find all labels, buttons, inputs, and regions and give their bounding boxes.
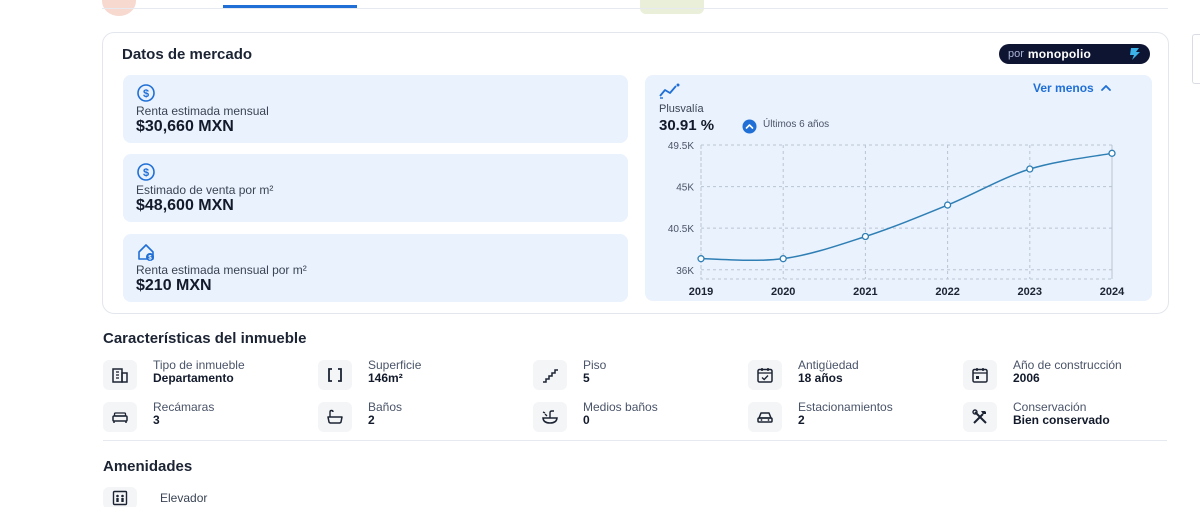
bathtub-icon: [327, 409, 343, 424]
stat-rent-per-m2: $ Renta estimada mensual por m² $210 MXN: [123, 234, 628, 302]
x-tick-label: 2021: [853, 286, 877, 298]
data-point: [1108, 149, 1116, 157]
area-brackets-icon: [328, 368, 342, 382]
brand-prefix: por: [1008, 48, 1024, 60]
stat-sale-per-m2: $ Estimado de venta por m² $48,600 MXN: [123, 154, 628, 222]
top-divider: [102, 8, 1168, 9]
data-point: [697, 255, 705, 263]
stat-rent-monthly: $ Renta estimada mensual $30,660 MXN: [123, 75, 628, 143]
brand-badge[interactable]: por monopolio: [999, 44, 1150, 64]
calendar-icon: [972, 368, 988, 383]
bed-icon: [112, 412, 128, 423]
y-tick-label: 36K: [676, 266, 694, 277]
x-tick-label: 2024: [1100, 286, 1125, 298]
sink-icon: [542, 410, 558, 424]
feature-value: Departamento: [153, 371, 234, 385]
data-point: [779, 255, 787, 263]
stairs-icon: [543, 369, 558, 383]
plusvalia-line-chart: 36K 40.5K 45K 49.5K 2019 2020 2021 2022 2023 2024: [668, 141, 1125, 298]
feature-value: 0: [583, 413, 590, 427]
feature-property-type: Tipo de inmueble Departamento: [103, 358, 313, 394]
feature-surface: Superficie 146m²: [318, 358, 528, 394]
calendar-check-icon: [757, 368, 773, 383]
feature-condition: Conservación Bien conservado: [963, 400, 1173, 436]
feature-value: Bien conservado: [1013, 413, 1110, 427]
feature-label: Medios baños: [583, 400, 658, 414]
svg-text:$: $: [143, 167, 149, 179]
feature-value: 2: [798, 413, 805, 427]
stat-value: $48,600 MXN: [136, 197, 234, 214]
feature-label: Piso: [583, 358, 607, 372]
scrollbar[interactable]: [1192, 34, 1200, 84]
feature-label: Conservación: [1013, 400, 1087, 414]
plot-frame: [700, 144, 1113, 280]
amenities-title: Amenidades: [103, 458, 193, 475]
plusvalia-chart-panel: Ver menos Plusvalía 30.91 % Últimos 6 añ…: [645, 75, 1152, 301]
y-tick-label: 49.5K: [668, 141, 694, 152]
dollar-circle-icon: $: [137, 163, 155, 181]
elevator-icon: [112, 490, 128, 506]
x-tick-label: 2023: [1018, 286, 1042, 298]
data-point: [943, 201, 952, 209]
building-icon: [112, 368, 128, 383]
map-thumbnail[interactable]: [640, 0, 704, 14]
feature-value: 146m²: [368, 371, 403, 385]
amenity-label: Elevador: [160, 491, 208, 505]
feature-build-year: Año de construcción 2006: [963, 358, 1173, 394]
top-strip: [0, 0, 1200, 16]
section-divider: [103, 440, 1167, 441]
market-title: Datos de mercado: [122, 46, 253, 63]
data-point: [861, 232, 870, 241]
stat-label: Renta estimada mensual por m²: [136, 263, 307, 277]
feature-label: Antigüedad: [798, 358, 859, 372]
tools-icon: [972, 409, 987, 424]
x-tick-label: 2020: [771, 286, 795, 298]
feature-label: Superficie: [368, 358, 422, 372]
feature-value: 2: [368, 413, 375, 427]
feature-half-baths: Medios baños 0: [533, 400, 743, 436]
characteristics-title: Características del inmueble: [103, 330, 307, 347]
feature-parking: Estacionamientos 2: [748, 400, 958, 436]
svg-text:$: $: [143, 88, 149, 100]
y-tick-label: 45K: [676, 183, 694, 194]
feature-value: 3: [153, 413, 160, 427]
feature-label: Baños: [368, 400, 403, 414]
feature-label: Recámaras: [153, 400, 215, 414]
feature-age: Antigüedad 18 años: [748, 358, 958, 394]
feature-value: 2006: [1013, 371, 1040, 385]
feature-value: 5: [583, 371, 590, 385]
amenity-elevator: Elevador: [103, 487, 303, 507]
series-line: [700, 152, 1113, 262]
feature-label: Tipo de inmueble: [153, 358, 245, 372]
feature-bedrooms: Recámaras 3: [103, 400, 313, 436]
x-tick-label: 2019: [689, 286, 713, 298]
feature-bathrooms: Baños 2: [318, 400, 528, 436]
stat-value: $30,660 MXN: [136, 118, 234, 135]
y-tick-label: 40.5K: [668, 224, 694, 235]
market-data-card: Datos de mercado por monopolio $ Renta e…: [102, 32, 1169, 314]
car-icon: [757, 412, 773, 423]
stat-label: Renta estimada mensual: [136, 104, 269, 118]
house-dollar-icon: $: [138, 244, 154, 262]
feature-label: Año de construcción: [1013, 358, 1122, 372]
data-point: [1026, 165, 1034, 173]
feature-label: Estacionamientos: [798, 400, 893, 414]
stat-value: $210 MXN: [136, 277, 212, 294]
dollar-circle-icon: $: [137, 84, 155, 102]
feature-value: 18 años: [798, 371, 843, 385]
bolt-icon: [1130, 48, 1140, 60]
x-tick-label: 2022: [935, 286, 959, 298]
brand-name: monopolio: [1027, 47, 1092, 61]
stat-label: Estimado de venta por m²: [136, 183, 274, 197]
feature-floor: Piso 5: [533, 358, 743, 394]
